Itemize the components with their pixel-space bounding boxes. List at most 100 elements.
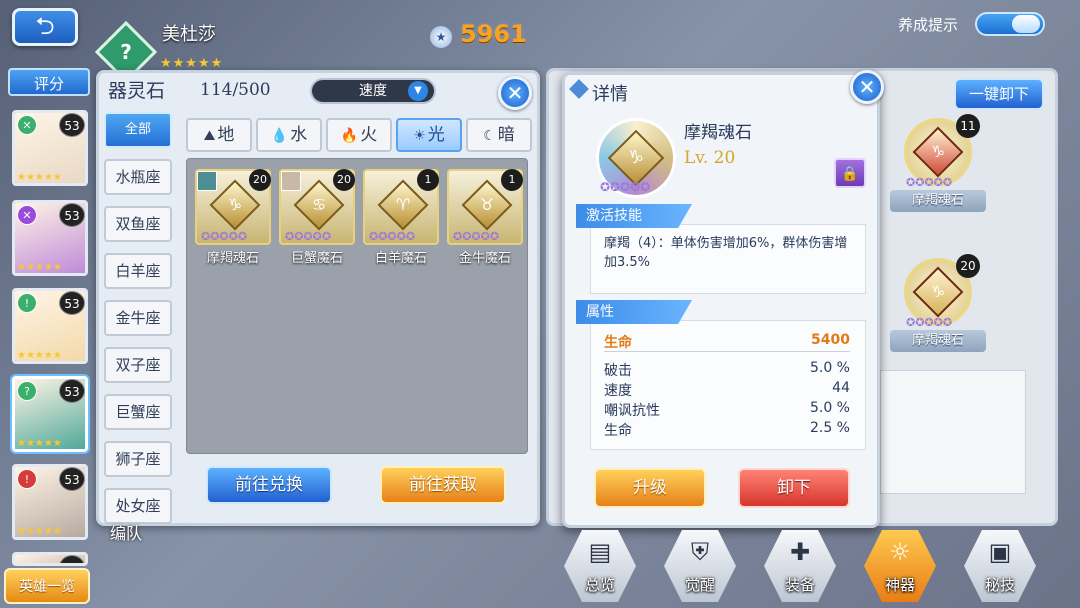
stone-stars: ✪✪✪✪✪ xyxy=(453,230,500,243)
skill-text: 摩羯（4）：单体伤害增加6%，群体伤害增加3.5% xyxy=(604,236,848,270)
unequip-button[interactable]: 卸下 xyxy=(738,468,850,508)
zodiac-filter-button[interactable]: 水瓶座 xyxy=(104,159,172,195)
stone-item[interactable]: ♋ 20 ✪✪✪✪✪ xyxy=(279,169,355,245)
nav-label: 秘技 xyxy=(984,576,1015,594)
stone-item[interactable]: ♑ 20 ✪✪✪✪✪ xyxy=(195,169,271,245)
nav-tab[interactable]: ⛨ 觉醒 xyxy=(660,526,740,606)
hero-card[interactable]: ! 53 ★★★★★ xyxy=(12,288,88,364)
stone-grid: ♑ 20 ✪✪✪✪✪ 摩羯魂石 ♋ 20 ✪✪✪✪✪ 巨蟹魔石 ♈ 1 ✪✪✪✪✪ 白羊魔石 ♉ 1 ✪✪✪… xyxy=(186,158,528,454)
tip-toggle-knob[interactable] xyxy=(1012,15,1040,33)
power-value: 5961 xyxy=(460,20,527,48)
zodiac-glyph-icon: ♉ xyxy=(479,195,495,214)
hero-card[interactable]: ? 53 ★★★★★ xyxy=(12,376,88,452)
stone-name: 摩羯魂石 xyxy=(890,330,986,352)
hero-stars: ★★★★★ xyxy=(17,438,62,449)
attr-row: 生命 2.5 % xyxy=(604,420,850,440)
stone-name: 金牛魔石 xyxy=(458,251,511,266)
exchange-button[interactable]: 前往兑换 xyxy=(206,466,332,504)
zodiac-filter-button[interactable]: 金牛座 xyxy=(104,300,172,336)
hero-list-button[interactable]: 英雄一览 xyxy=(4,568,90,604)
nav-tab[interactable]: ☼ 神器 xyxy=(860,526,940,606)
hero-level: 53 xyxy=(59,467,85,491)
hero-element-icon: ! xyxy=(17,469,37,489)
stone-name: 摩羯魂石 xyxy=(890,190,986,212)
stone-stars: ✪✪✪✪✪ xyxy=(201,230,248,243)
zodiac-filter-button[interactable]: 双子座 xyxy=(104,347,172,383)
main-attr-value: 5400 xyxy=(811,332,850,348)
empty-slot xyxy=(880,370,1026,494)
nav-icon: ▣ xyxy=(988,538,1012,566)
owner-avatar xyxy=(281,171,301,191)
hero-stars: ★★★★★ xyxy=(160,56,224,71)
formation-label[interactable]: 编队 xyxy=(110,520,180,550)
obtain-button[interactable]: 前往获取 xyxy=(380,466,506,504)
main-attr-name: 生命 xyxy=(604,335,632,351)
equipped-stone[interactable]: ♑ 20 ✪✪✪✪✪ 摩羯魂石 xyxy=(890,254,986,358)
capricorn-glyph-icon: ♑ xyxy=(627,147,645,168)
element-tab[interactable]: ☀ 光 xyxy=(396,118,462,152)
upgrade-button[interactable]: 升级 xyxy=(594,468,706,508)
hero-level: 53 xyxy=(59,203,85,227)
zodiac-glyph-icon: ♋ xyxy=(311,195,327,214)
attr-value: 5.0 % xyxy=(809,400,850,416)
zodiac-filter-button[interactable]: 巨蟹座 xyxy=(104,394,172,430)
hero-card[interactable]: ! 53 ★★★★★ xyxy=(12,464,88,540)
zodiac-filter-button[interactable]: 白羊座 xyxy=(104,253,172,289)
stone-name: 摩羯魂石 xyxy=(206,251,259,266)
stone-level: 1 xyxy=(417,169,439,191)
stone-item[interactable]: ♈ 1 ✪✪✪✪✪ xyxy=(363,169,439,245)
hero-stars: ★★★★★ xyxy=(17,172,62,183)
back-button[interactable]: ⮌ xyxy=(12,8,78,46)
stone-stars: ✪✪✪✪✪ xyxy=(906,316,953,329)
stone-level: 20 xyxy=(333,169,355,191)
zodiac-filter-button[interactable]: 处女座 xyxy=(104,488,172,524)
element-tab-label: 水 xyxy=(290,125,308,145)
nav-label: 总览 xyxy=(584,576,615,594)
detail-close-button[interactable]: ✕ xyxy=(850,70,884,104)
stone-level: Lv. 20 xyxy=(684,148,736,168)
element-icon: ⛰ xyxy=(203,128,216,144)
nav-label: 觉醒 xyxy=(684,576,715,594)
tip-label: 养成提示 xyxy=(898,16,959,34)
zodiac-filter-button[interactable]: 全部 xyxy=(104,112,172,148)
element-icon: 🔥 xyxy=(340,128,359,144)
hero-card[interactable]: ✕ 53 ★★★★★ xyxy=(12,110,88,186)
hero-card[interactable]: 53 xyxy=(12,552,88,566)
unload-all-button[interactable]: 一键卸下 xyxy=(954,78,1044,110)
close-icon: ✕ xyxy=(506,81,524,105)
zodiac-glyph-icon: ♑ xyxy=(930,142,946,161)
eval-button[interactable]: 评分 xyxy=(8,68,90,96)
hero-element-icon: ? xyxy=(17,381,37,401)
nav-label: 装备 xyxy=(784,576,815,594)
stone-level: 20 xyxy=(249,169,271,191)
stone-stars: ✪✪✪✪✪ xyxy=(369,230,416,243)
nav-tab[interactable]: ▣ 秘技 xyxy=(960,526,1040,606)
stone-item[interactable]: ♉ 1 ✪✪✪✪✪ xyxy=(447,169,523,245)
hero-element-icon: ✕ xyxy=(17,205,37,225)
nav-tab[interactable]: ▤ 总览 xyxy=(560,526,640,606)
hero-name: 美杜莎 xyxy=(162,24,216,45)
lock-button[interactable]: 🔒 xyxy=(834,158,866,188)
attr-row: 速度 44 xyxy=(604,380,850,400)
equipped-stone[interactable]: ♑ 11 ✪✪✪✪✪ 摩羯魂石 xyxy=(890,114,986,218)
zodiac-filter-button[interactable]: 狮子座 xyxy=(104,441,172,477)
hero-card[interactable]: ✕ 53 ★★★★★ xyxy=(12,200,88,276)
hero-stars: ★★★★★ xyxy=(17,526,62,537)
attr-name: 嘲讽抗性 xyxy=(604,403,660,419)
stone-level: 11 xyxy=(956,114,980,138)
element-tab[interactable]: ☾ 暗 xyxy=(466,118,532,152)
power-icon: ★ xyxy=(430,26,452,48)
hero-element-icon: ✕ xyxy=(17,115,37,135)
attr-header: 属性 xyxy=(576,300,692,324)
zodiac-filter-button[interactable]: 双鱼座 xyxy=(104,206,172,242)
element-tab[interactable]: ⛰ 地 xyxy=(186,118,252,152)
chevron-down-icon[interactable]: ▼ xyxy=(408,81,428,101)
element-tab[interactable]: 🔥 火 xyxy=(326,118,392,152)
stone-panel-close-button[interactable]: ✕ xyxy=(498,76,532,110)
nav-tab[interactable]: ✚ 装备 xyxy=(760,526,840,606)
element-tab[interactable]: 💧 水 xyxy=(256,118,322,152)
attr-name: 生命 xyxy=(604,423,632,439)
back-arrow-icon: ⮌ xyxy=(35,12,55,40)
attr-name: 破击 xyxy=(604,363,632,379)
attr-value: 44 xyxy=(832,380,850,396)
